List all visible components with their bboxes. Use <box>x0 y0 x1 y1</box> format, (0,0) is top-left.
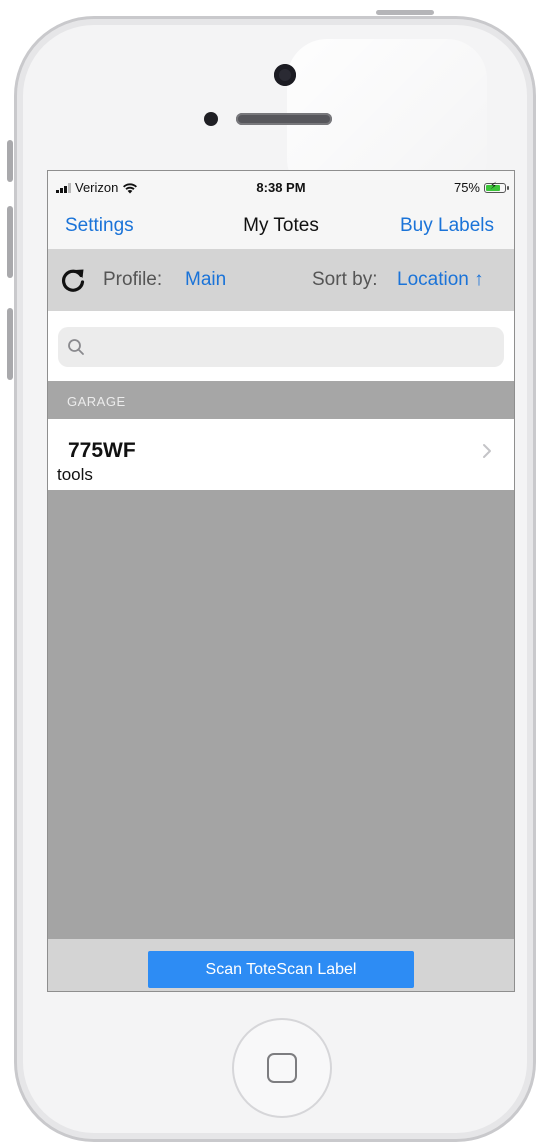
search-bar[interactable] <box>58 327 504 367</box>
app-screen: Verizon 8:38 PM 75% ⚡ Settings My Totes … <box>47 170 515 992</box>
navigation-bar: Settings My Totes Buy Labels <box>48 205 514 249</box>
volume-down-button <box>7 308 13 380</box>
search-area <box>48 311 514 381</box>
status-right: 75% ⚡ <box>453 180 509 195</box>
settings-button[interactable]: Settings <box>65 215 134 237</box>
scan-label-button[interactable]: Scan ToteScan Label <box>148 951 414 988</box>
profile-selector[interactable]: Main <box>185 269 226 291</box>
status-bar: Verizon 8:38 PM 75% ⚡ <box>48 171 514 205</box>
section-header: GARAGE <box>48 381 514 419</box>
mute-switch <box>7 140 13 182</box>
search-input[interactable] <box>92 335 496 361</box>
power-button <box>376 10 434 15</box>
sort-selector[interactable]: Location ↑ <box>397 269 484 291</box>
home-square-icon <box>267 1053 297 1083</box>
tote-description: tools <box>57 465 93 484</box>
bottom-toolbar: Scan ToteScan Label <box>48 939 514 991</box>
search-icon <box>68 339 84 355</box>
sort-label: Sort by: <box>312 269 378 290</box>
tote-id: 775WF <box>68 439 136 462</box>
status-time: 8:38 PM <box>256 180 306 195</box>
buy-labels-button[interactable]: Buy Labels <box>400 215 494 237</box>
refresh-icon[interactable] <box>60 267 86 293</box>
earpiece-speaker <box>236 113 332 125</box>
profile-sort-bar: Profile: Main Sort by: Location ↑ <box>48 249 514 311</box>
proximity-sensor <box>204 112 218 126</box>
section-title: GARAGE <box>67 394 126 409</box>
list-item[interactable]: 775WF tools <box>48 419 514 490</box>
front-camera <box>274 64 296 86</box>
battery-charging-icon: ⚡ <box>484 181 509 193</box>
home-button[interactable] <box>232 1018 332 1118</box>
battery-percent: 75% <box>453 180 480 195</box>
volume-up-button <box>7 206 13 278</box>
chevron-right-icon <box>483 444 491 458</box>
profile-label: Profile: <box>103 269 163 290</box>
